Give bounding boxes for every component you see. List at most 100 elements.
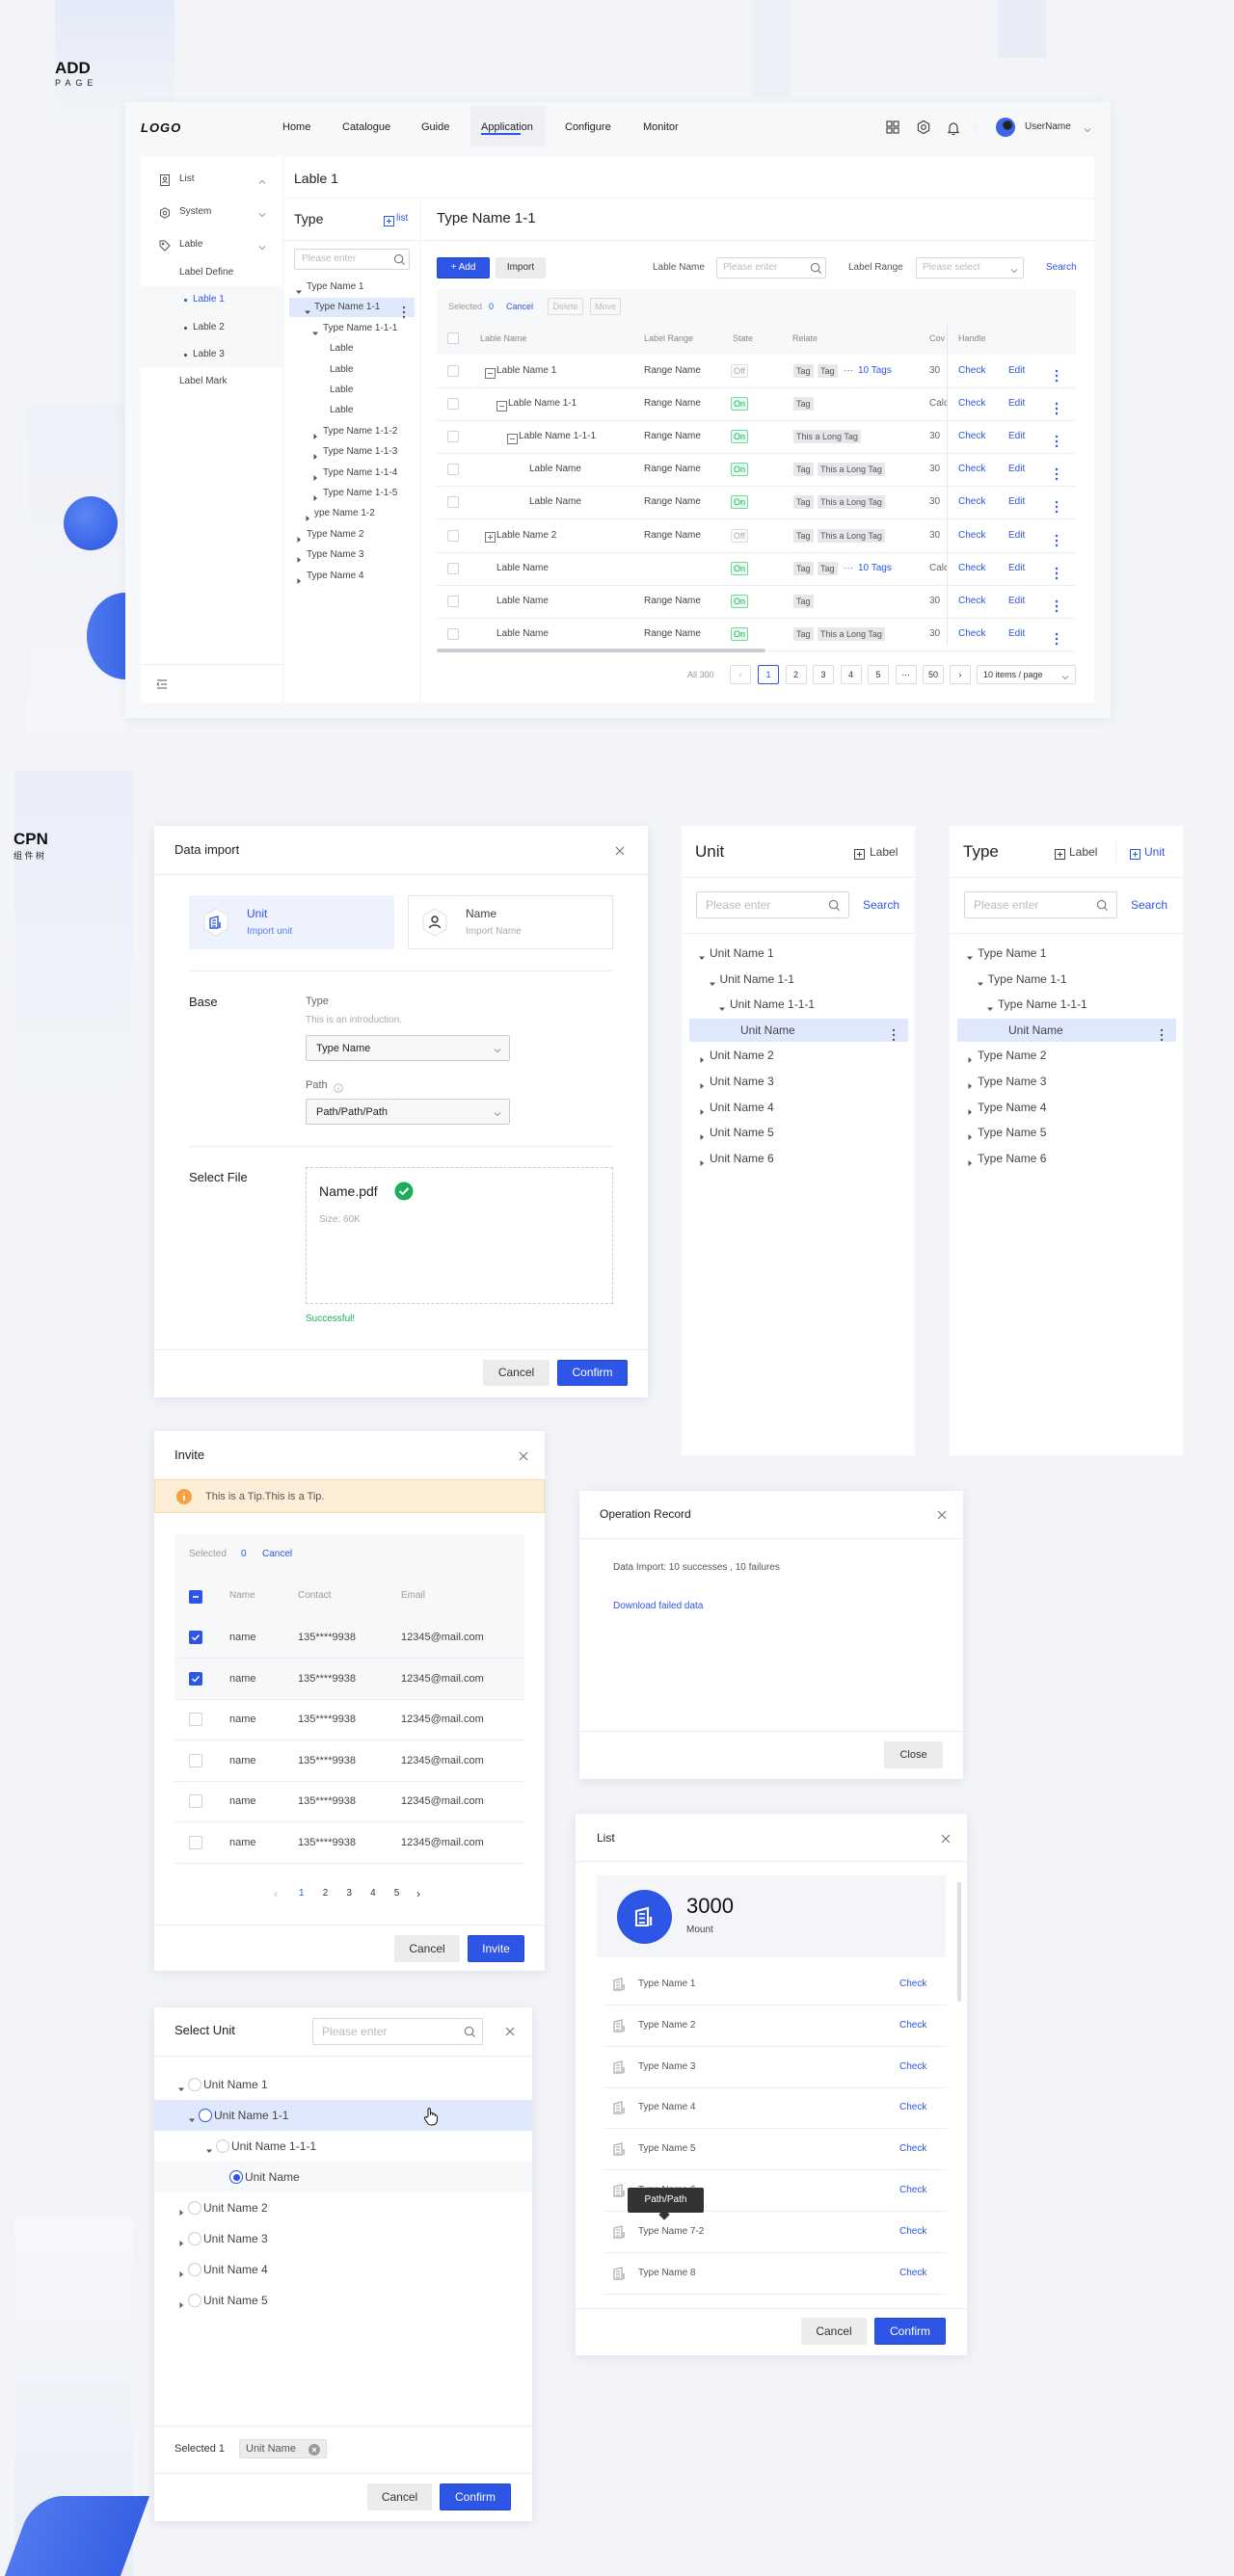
row-checkbox[interactable] bbox=[447, 431, 459, 443]
nav-item-monitor[interactable]: Monitor bbox=[643, 120, 679, 135]
horizontal-scrollbar[interactable] bbox=[437, 649, 765, 652]
close-icon[interactable] bbox=[614, 844, 626, 856]
pagination-page[interactable]: 2 bbox=[785, 665, 807, 684]
tree-search-input[interactable]: Please enter bbox=[696, 891, 849, 918]
expand-row-icon[interactable] bbox=[485, 530, 496, 543]
more-vertical-icon[interactable] bbox=[1055, 369, 1059, 383]
unit-search-input[interactable]: Please enter bbox=[312, 2018, 483, 2045]
row-checkbox[interactable] bbox=[189, 1631, 202, 1644]
more-vertical-icon[interactable] bbox=[1055, 632, 1059, 645]
pagination-prev[interactable]: ‹ bbox=[274, 1886, 278, 1901]
more-vertical-icon[interactable] bbox=[892, 1028, 896, 1041]
row-check-link[interactable]: Check bbox=[958, 363, 985, 379]
sidebar-item-label-mark[interactable]: Label Mark bbox=[179, 374, 227, 389]
collapse-row-icon[interactable] bbox=[485, 366, 496, 379]
pagination-page[interactable]: 3 bbox=[813, 665, 834, 684]
add-label-button[interactable]: Label bbox=[870, 844, 898, 860]
more-vertical-icon[interactable] bbox=[1055, 534, 1059, 546]
row-checkbox[interactable] bbox=[447, 496, 459, 509]
move-button[interactable]: Move bbox=[590, 298, 621, 315]
pagination-page[interactable]: 2 bbox=[323, 1886, 329, 1901]
chevron-down-icon[interactable] bbox=[1083, 122, 1092, 133]
row-checkbox[interactable] bbox=[447, 398, 459, 411]
check-link[interactable]: Check bbox=[899, 2224, 926, 2240]
invite-button[interactable]: Invite bbox=[468, 1935, 524, 1962]
pagination-page[interactable]: 5 bbox=[394, 1886, 400, 1901]
row-checkbox[interactable] bbox=[447, 365, 459, 377]
row-checkbox[interactable] bbox=[189, 1836, 202, 1849]
search-button[interactable]: Search bbox=[1131, 897, 1167, 913]
row-edit-link[interactable]: Edit bbox=[1008, 594, 1025, 609]
cancel-button[interactable]: Cancel bbox=[483, 1360, 550, 1386]
delete-button[interactable]: Delete bbox=[548, 298, 583, 315]
radio-button[interactable] bbox=[188, 2078, 201, 2091]
row-checkbox[interactable] bbox=[447, 595, 459, 607]
check-link[interactable]: Check bbox=[899, 2266, 926, 2281]
nav-item-application[interactable]: Application bbox=[481, 120, 533, 135]
row-check-link[interactable]: Check bbox=[958, 494, 985, 510]
cancel-selection-link[interactable]: Cancel bbox=[506, 299, 533, 314]
row-checkbox[interactable] bbox=[189, 1671, 202, 1686]
more-tags-link[interactable]: 10 Tags bbox=[858, 561, 892, 576]
row-check-link[interactable]: Check bbox=[958, 429, 985, 444]
username[interactable]: UserName bbox=[1025, 120, 1071, 135]
close-icon[interactable] bbox=[518, 1449, 529, 1461]
row-checkbox[interactable] bbox=[447, 627, 459, 640]
row-check-link[interactable]: Check bbox=[958, 396, 985, 412]
radio-button[interactable] bbox=[188, 2201, 201, 2215]
pagination-next[interactable]: › bbox=[950, 665, 971, 684]
row-check-link[interactable]: Check bbox=[958, 626, 985, 642]
row-checkbox[interactable] bbox=[189, 1794, 202, 1809]
vertical-scrollbar[interactable] bbox=[957, 1882, 961, 2002]
collapse-row-icon[interactable] bbox=[496, 399, 507, 412]
bell-icon[interactable] bbox=[947, 120, 960, 136]
cancel-button[interactable]: Cancel bbox=[367, 2483, 432, 2510]
radio-button[interactable] bbox=[199, 2109, 212, 2122]
remove-chip-icon[interactable] bbox=[308, 2443, 320, 2456]
pagination-page[interactable]: 4 bbox=[840, 665, 862, 684]
row-checkbox[interactable] bbox=[447, 529, 459, 542]
type-select[interactable]: Type Name bbox=[306, 1035, 510, 1061]
import-button[interactable]: Import bbox=[496, 257, 546, 279]
radio-button[interactable] bbox=[188, 2263, 201, 2276]
more-vertical-icon[interactable] bbox=[1055, 467, 1059, 481]
collapse-row-icon[interactable] bbox=[507, 432, 518, 444]
more-vertical-icon[interactable] bbox=[1055, 402, 1059, 415]
row-check-link[interactable]: Check bbox=[958, 561, 985, 576]
select-all-checkbox[interactable] bbox=[447, 332, 459, 344]
more-vertical-icon[interactable] bbox=[1055, 599, 1059, 612]
close-icon[interactable] bbox=[504, 2025, 516, 2036]
radio-button[interactable] bbox=[216, 2139, 229, 2153]
pagination-prev[interactable]: ‹ bbox=[730, 665, 751, 684]
more-vertical-icon[interactable] bbox=[1055, 567, 1059, 579]
more-tags-link[interactable]: 10 Tags bbox=[858, 363, 892, 379]
sidebar-item-label-define[interactable]: Label Define bbox=[179, 265, 233, 280]
pagination-page[interactable]: 3 bbox=[346, 1886, 352, 1901]
type-search-input[interactable]: Please enter bbox=[294, 249, 410, 270]
radio-button[interactable] bbox=[188, 2294, 201, 2307]
check-link[interactable]: Check bbox=[899, 2018, 926, 2033]
cancel-button[interactable]: Cancel bbox=[801, 2318, 867, 2345]
cancel-button[interactable]: Cancel bbox=[394, 1935, 460, 1962]
row-check-link[interactable]: Check bbox=[958, 528, 985, 544]
confirm-button[interactable]: Confirm bbox=[557, 1360, 628, 1386]
sidebar-subitem-lable-2[interactable]: Lable 2 bbox=[193, 320, 225, 335]
radio-button[interactable] bbox=[188, 2232, 201, 2245]
row-check-link[interactable]: Check bbox=[958, 462, 985, 477]
more-vertical-icon[interactable] bbox=[402, 305, 406, 319]
more-vertical-icon[interactable] bbox=[1160, 1028, 1164, 1041]
nav-item-home[interactable]: Home bbox=[282, 120, 310, 135]
row-edit-link[interactable]: Edit bbox=[1008, 528, 1025, 544]
check-link[interactable]: Check bbox=[899, 1977, 926, 1992]
pagination-page[interactable]: 5 bbox=[868, 665, 889, 684]
row-edit-link[interactable]: Edit bbox=[1008, 462, 1025, 477]
pagination-page[interactable]: 1 bbox=[299, 1886, 305, 1901]
check-link[interactable]: Check bbox=[899, 2100, 926, 2115]
cancel-selection-link[interactable]: Cancel bbox=[262, 1547, 292, 1562]
nav-item-guide[interactable]: Guide bbox=[421, 120, 449, 135]
search-button[interactable]: Search bbox=[1046, 260, 1077, 276]
add-unit-button[interactable]: Unit bbox=[1144, 844, 1165, 860]
row-edit-link[interactable]: Edit bbox=[1008, 396, 1025, 412]
avatar[interactable] bbox=[996, 118, 1015, 137]
type-list-button[interactable]: list bbox=[396, 211, 408, 226]
